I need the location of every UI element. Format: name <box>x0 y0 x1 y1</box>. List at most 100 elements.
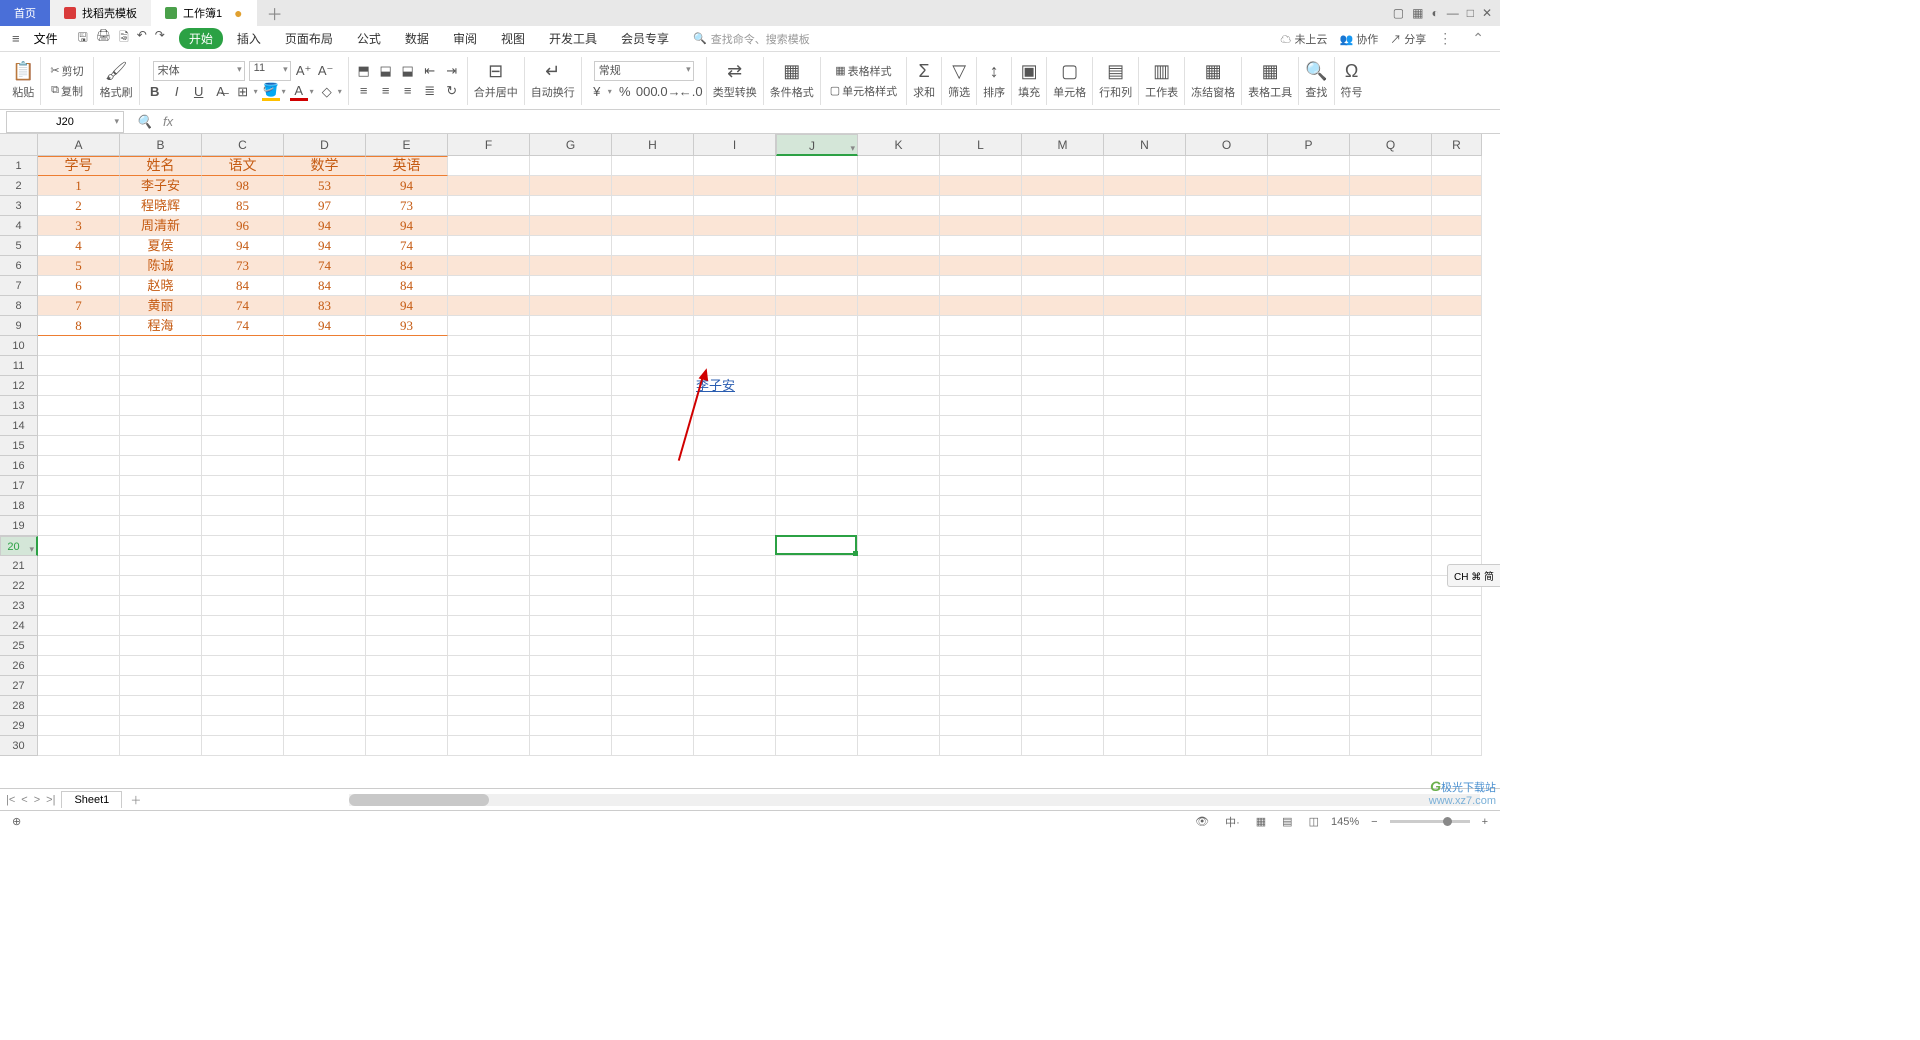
cell-R10[interactable] <box>1432 336 1482 356</box>
cell-H2[interactable] <box>612 176 694 196</box>
cell-I2[interactable] <box>694 176 776 196</box>
cell-B16[interactable] <box>120 456 202 476</box>
cell-B14[interactable] <box>120 416 202 436</box>
cell-C6[interactable]: 73 <box>202 256 284 276</box>
row-header-10[interactable]: 10 <box>0 336 38 356</box>
row-header-27[interactable]: 27 <box>0 676 38 696</box>
cell-E7[interactable]: 84 <box>366 276 448 296</box>
cell-K7[interactable] <box>858 276 940 296</box>
cell-L28[interactable] <box>940 696 1022 716</box>
cell-H14[interactable] <box>612 416 694 436</box>
tab-template[interactable]: 找稻壳模板 <box>50 0 151 26</box>
cell-N19[interactable] <box>1104 516 1186 536</box>
cell-F19[interactable] <box>448 516 530 536</box>
cell-D26[interactable] <box>284 656 366 676</box>
increase-font-icon[interactable]: A⁺ <box>295 62 313 80</box>
cell-D30[interactable] <box>284 736 366 756</box>
cell-F10[interactable] <box>448 336 530 356</box>
collab-button[interactable]: 👥 协作 <box>1339 31 1378 47</box>
cell-R2[interactable] <box>1432 176 1482 196</box>
cell-M15[interactable] <box>1022 436 1104 456</box>
cell-E3[interactable]: 73 <box>366 196 448 216</box>
cell-C25[interactable] <box>202 636 284 656</box>
cell-M14[interactable] <box>1022 416 1104 436</box>
cell-N8[interactable] <box>1104 296 1186 316</box>
cell-C10[interactable] <box>202 336 284 356</box>
row-header-25[interactable]: 25 <box>0 636 38 656</box>
cell-H18[interactable] <box>612 496 694 516</box>
row-header-11[interactable]: 11 <box>0 356 38 376</box>
cell-F20[interactable] <box>448 536 530 556</box>
cell-Q17[interactable] <box>1350 476 1432 496</box>
cell-P12[interactable] <box>1268 376 1350 396</box>
cell-O21[interactable] <box>1186 556 1268 576</box>
cell-N2[interactable] <box>1104 176 1186 196</box>
cell-J30[interactable] <box>776 736 858 756</box>
cell-M19[interactable] <box>1022 516 1104 536</box>
cell-I21[interactable] <box>694 556 776 576</box>
cell-M30[interactable] <box>1022 736 1104 756</box>
comma-icon[interactable]: 000 <box>638 83 656 101</box>
cell-N10[interactable] <box>1104 336 1186 356</box>
cell-C18[interactable] <box>202 496 284 516</box>
cell-E2[interactable]: 94 <box>366 176 448 196</box>
cell-L3[interactable] <box>940 196 1022 216</box>
cell-C17[interactable] <box>202 476 284 496</box>
cell-K30[interactable] <box>858 736 940 756</box>
cell-N18[interactable] <box>1104 496 1186 516</box>
zoom-in-icon[interactable]: + <box>1478 816 1492 828</box>
cell-N6[interactable] <box>1104 256 1186 276</box>
cell-M23[interactable] <box>1022 596 1104 616</box>
row-header-28[interactable]: 28 <box>0 696 38 716</box>
menu-expand-icon[interactable]: ⌃ <box>1464 30 1492 47</box>
cell-I19[interactable] <box>694 516 776 536</box>
paste-button[interactable]: 📋粘贴 <box>12 61 34 100</box>
cell-R14[interactable] <box>1432 416 1482 436</box>
cell-N13[interactable] <box>1104 396 1186 416</box>
cell-R7[interactable] <box>1432 276 1482 296</box>
cell-M17[interactable] <box>1022 476 1104 496</box>
cell-O7[interactable] <box>1186 276 1268 296</box>
cell-O6[interactable] <box>1186 256 1268 276</box>
cell-M6[interactable] <box>1022 256 1104 276</box>
cell-M11[interactable] <box>1022 356 1104 376</box>
cell-B21[interactable] <box>120 556 202 576</box>
cell-O12[interactable] <box>1186 376 1268 396</box>
cell-L29[interactable] <box>940 716 1022 736</box>
cell-N24[interactable] <box>1104 616 1186 636</box>
cell-R30[interactable] <box>1432 736 1482 756</box>
cell-J22[interactable] <box>776 576 858 596</box>
cell-I18[interactable] <box>694 496 776 516</box>
cell-J19[interactable] <box>776 516 858 536</box>
cell-O1[interactable] <box>1186 156 1268 176</box>
row-header-15[interactable]: 15 <box>0 436 38 456</box>
cell-M10[interactable] <box>1022 336 1104 356</box>
row-header-19[interactable]: 19 <box>0 516 38 536</box>
cell-E16[interactable] <box>366 456 448 476</box>
cell-D3[interactable]: 97 <box>284 196 366 216</box>
cell-J17[interactable] <box>776 476 858 496</box>
cell-J1[interactable] <box>776 156 858 176</box>
cell-C2[interactable]: 98 <box>202 176 284 196</box>
cell-Q30[interactable] <box>1350 736 1432 756</box>
cell-A13[interactable] <box>38 396 120 416</box>
cell-Q3[interactable] <box>1350 196 1432 216</box>
cell-P2[interactable] <box>1268 176 1350 196</box>
col-header-M[interactable]: M <box>1022 134 1104 156</box>
cell-R5[interactable] <box>1432 236 1482 256</box>
cell-A30[interactable] <box>38 736 120 756</box>
cell-M25[interactable] <box>1022 636 1104 656</box>
dec-decimal-icon[interactable]: ←.0 <box>682 83 700 101</box>
cell-R24[interactable] <box>1432 616 1482 636</box>
inc-decimal-icon[interactable]: .0→ <box>660 83 678 101</box>
preview-icon[interactable]: 🗟 <box>119 28 129 49</box>
cell-C4[interactable]: 96 <box>202 216 284 236</box>
cell-I24[interactable] <box>694 616 776 636</box>
cell-C20[interactable] <box>202 536 284 556</box>
cell-H12[interactable] <box>612 376 694 396</box>
rowcol-button[interactable]: ▤行和列 <box>1099 61 1132 100</box>
cell-M8[interactable] <box>1022 296 1104 316</box>
menu-insert[interactable]: 插入 <box>227 30 271 47</box>
row-header-2[interactable]: 2 <box>0 176 38 196</box>
cell-J7[interactable] <box>776 276 858 296</box>
